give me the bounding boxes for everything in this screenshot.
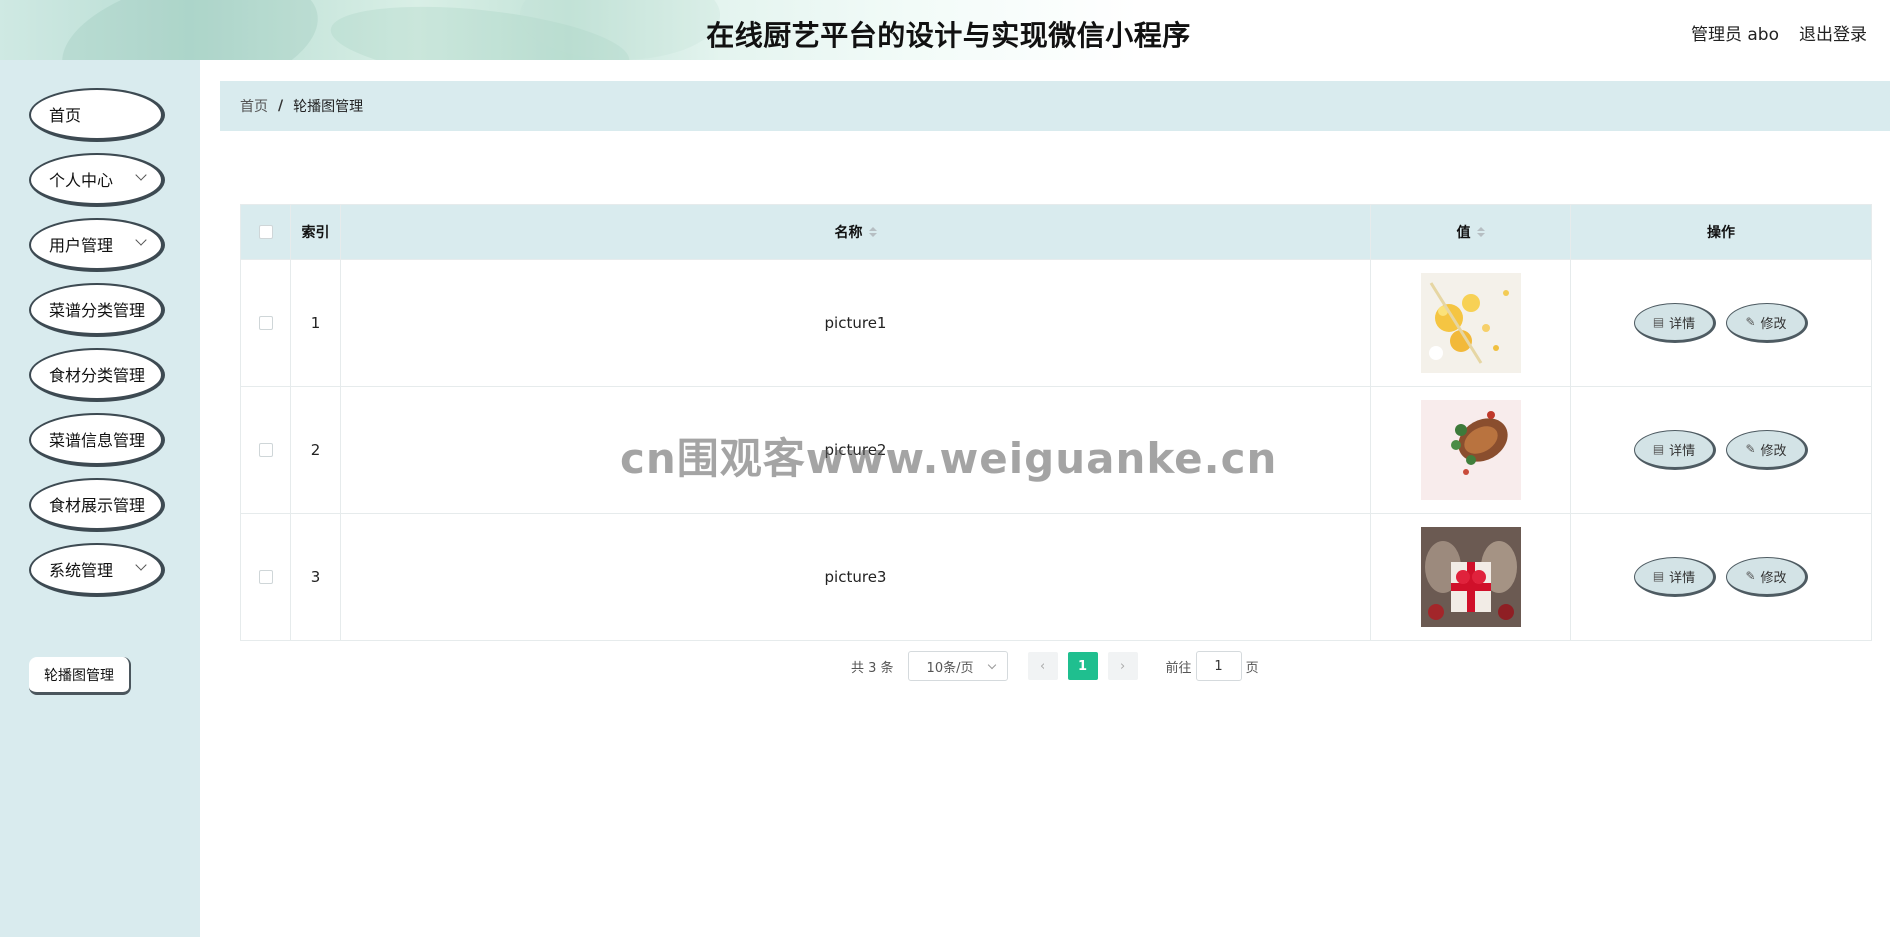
submenu-item-label: 轮播图管理	[44, 667, 114, 684]
column-header-index: 索引	[291, 205, 341, 259]
prev-page-button[interactable]: ‹	[1027, 652, 1058, 680]
chevron-left-icon: ‹	[1039, 658, 1046, 674]
row-index: 3	[291, 514, 341, 640]
goto-prefix: 前往	[1165, 660, 1192, 676]
column-header-name[interactable]: 名称	[341, 205, 1371, 259]
row-name: picture3	[341, 514, 1371, 640]
page-number-button[interactable]: 1	[1067, 652, 1098, 680]
logout-link[interactable]: 退出登录	[1799, 20, 1867, 45]
table-row: 1 picture1 ▤ 详情 ✎ 修改	[241, 259, 1871, 386]
column-header-label: 值	[1456, 225, 1471, 241]
detail-label: 详情	[1669, 316, 1696, 332]
pagination-total: 共 3 条	[851, 660, 894, 676]
detail-button[interactable]: ▤ 详情	[1634, 557, 1716, 597]
row-checkbox-cell	[241, 387, 291, 513]
top-header: 在线厨艺平台的设计与实现微信小程序 管理员 abo 退出登录	[0, 0, 1897, 60]
sidebar-item-recipe-category[interactable]: 菜谱分类管理	[29, 283, 165, 337]
edit-button[interactable]: ✎ 修改	[1726, 303, 1808, 343]
pagination: 共 3 条 10条/页 ‹ 1 › 前往 1 页	[851, 651, 1259, 681]
row-checkbox-cell	[241, 514, 291, 640]
row-checkbox[interactable]	[258, 443, 273, 457]
goto-page-input[interactable]: 1	[1195, 651, 1242, 681]
sidebar-item-profile[interactable]: 个人中心	[29, 153, 165, 207]
table-row: 2 picture2 ▤ 详情 ✎ 修改	[241, 386, 1871, 513]
row-actions: ▤ 详情 ✎ 修改	[1571, 260, 1871, 386]
next-page-button[interactable]: ›	[1107, 652, 1138, 680]
document-icon: ▤	[1652, 442, 1665, 456]
sidebar-item-ingredient-display[interactable]: 食材展示管理	[29, 478, 165, 532]
page-size-select[interactable]: 10条/页	[907, 651, 1008, 681]
edit-button[interactable]: ✎ 修改	[1726, 557, 1808, 597]
column-header-value[interactable]: 值	[1371, 205, 1571, 259]
table-header: 索引 名称 值 操作	[241, 205, 1871, 259]
row-value-cell	[1371, 387, 1571, 513]
edit-label: 修改	[1760, 570, 1787, 586]
row-checkbox[interactable]	[258, 316, 273, 330]
header-checkbox-cell	[241, 205, 291, 259]
page-size-value: 10条/页	[926, 660, 974, 676]
row-checkbox[interactable]	[258, 570, 273, 584]
edit-button[interactable]: ✎ 修改	[1726, 430, 1808, 470]
row-actions: ▤ 详情 ✎ 修改	[1571, 387, 1871, 513]
column-header-label: 名称	[834, 225, 863, 241]
row-name: picture2	[341, 387, 1371, 513]
sidebar-item-recipe-info[interactable]: 菜谱信息管理	[29, 413, 165, 467]
row-value-cell	[1371, 514, 1571, 640]
document-icon: ▤	[1652, 569, 1665, 583]
sidebar-item-label: 菜谱信息管理	[49, 431, 146, 450]
carousel-table: 索引 名称 值 操作 1 picture1 ▤ 详情 ✎ 修改 2 pictur…	[240, 204, 1872, 641]
breadcrumb-home[interactable]: 首页	[240, 96, 268, 116]
row-checkbox-cell	[241, 260, 291, 386]
detail-label: 详情	[1669, 570, 1696, 586]
current-user-label: 管理员 abo	[1690, 25, 1779, 45]
edit-label: 修改	[1760, 316, 1787, 332]
select-all-checkbox[interactable]	[258, 225, 273, 239]
sidebar-item-label: 菜谱分类管理	[49, 301, 146, 320]
sidebar-item-label: 食材展示管理	[49, 496, 146, 515]
detail-button[interactable]: ▤ 详情	[1634, 303, 1716, 343]
sidebar-item-label: 系统管理	[49, 561, 114, 580]
sort-icon[interactable]	[1476, 227, 1485, 237]
sidebar-item-system[interactable]: 系统管理	[29, 543, 165, 597]
chevron-down-icon	[135, 559, 147, 571]
detail-label: 详情	[1669, 443, 1696, 459]
row-actions: ▤ 详情 ✎ 修改	[1571, 514, 1871, 640]
pencil-icon: ✎	[1745, 442, 1756, 456]
sidebar: 首页 个人中心 用户管理 菜谱分类管理 食材分类管理 菜谱信息管理 食材展示管理…	[0, 60, 200, 937]
thumbnail-image[interactable]	[1420, 400, 1521, 500]
thumbnail-image[interactable]	[1420, 273, 1521, 373]
row-value-cell	[1371, 260, 1571, 386]
sidebar-item-users[interactable]: 用户管理	[29, 218, 165, 272]
table-row: 3 picture3 ▤ 详情 ✎ 修改	[241, 513, 1871, 640]
pencil-icon: ✎	[1745, 569, 1756, 583]
document-icon: ▤	[1652, 315, 1665, 329]
sidebar-item-label: 个人中心	[49, 171, 114, 190]
chevron-down-icon	[135, 169, 147, 181]
chevron-down-icon	[135, 234, 147, 246]
row-index: 2	[291, 387, 341, 513]
goto-suffix: 页	[1245, 660, 1259, 676]
thumbnail-image[interactable]	[1420, 527, 1521, 627]
sidebar-item-ingredient-category[interactable]: 食材分类管理	[29, 348, 165, 402]
chevron-down-icon	[987, 660, 996, 670]
breadcrumb: 首页 / 轮播图管理	[220, 81, 1890, 131]
row-index: 1	[291, 260, 341, 386]
sidebar-item-label: 食材分类管理	[49, 366, 146, 385]
submenu-item-carousel[interactable]: 轮播图管理	[29, 657, 131, 695]
breadcrumb-current: 轮播图管理	[293, 99, 364, 115]
breadcrumb-separator: /	[278, 98, 284, 114]
sort-icon[interactable]	[868, 227, 877, 237]
chevron-right-icon: ›	[1119, 658, 1126, 674]
app-title: 在线厨艺平台的设计与实现微信小程序	[706, 19, 1191, 52]
detail-button[interactable]: ▤ 详情	[1634, 430, 1716, 470]
column-header-actions: 操作	[1707, 225, 1735, 241]
pencil-icon: ✎	[1745, 315, 1756, 329]
sidebar-item-label: 首页	[49, 106, 82, 125]
sidebar-item-label: 用户管理	[49, 236, 114, 255]
sidebar-item-home[interactable]: 首页	[29, 88, 165, 142]
edit-label: 修改	[1760, 443, 1787, 459]
row-name: picture1	[341, 260, 1371, 386]
